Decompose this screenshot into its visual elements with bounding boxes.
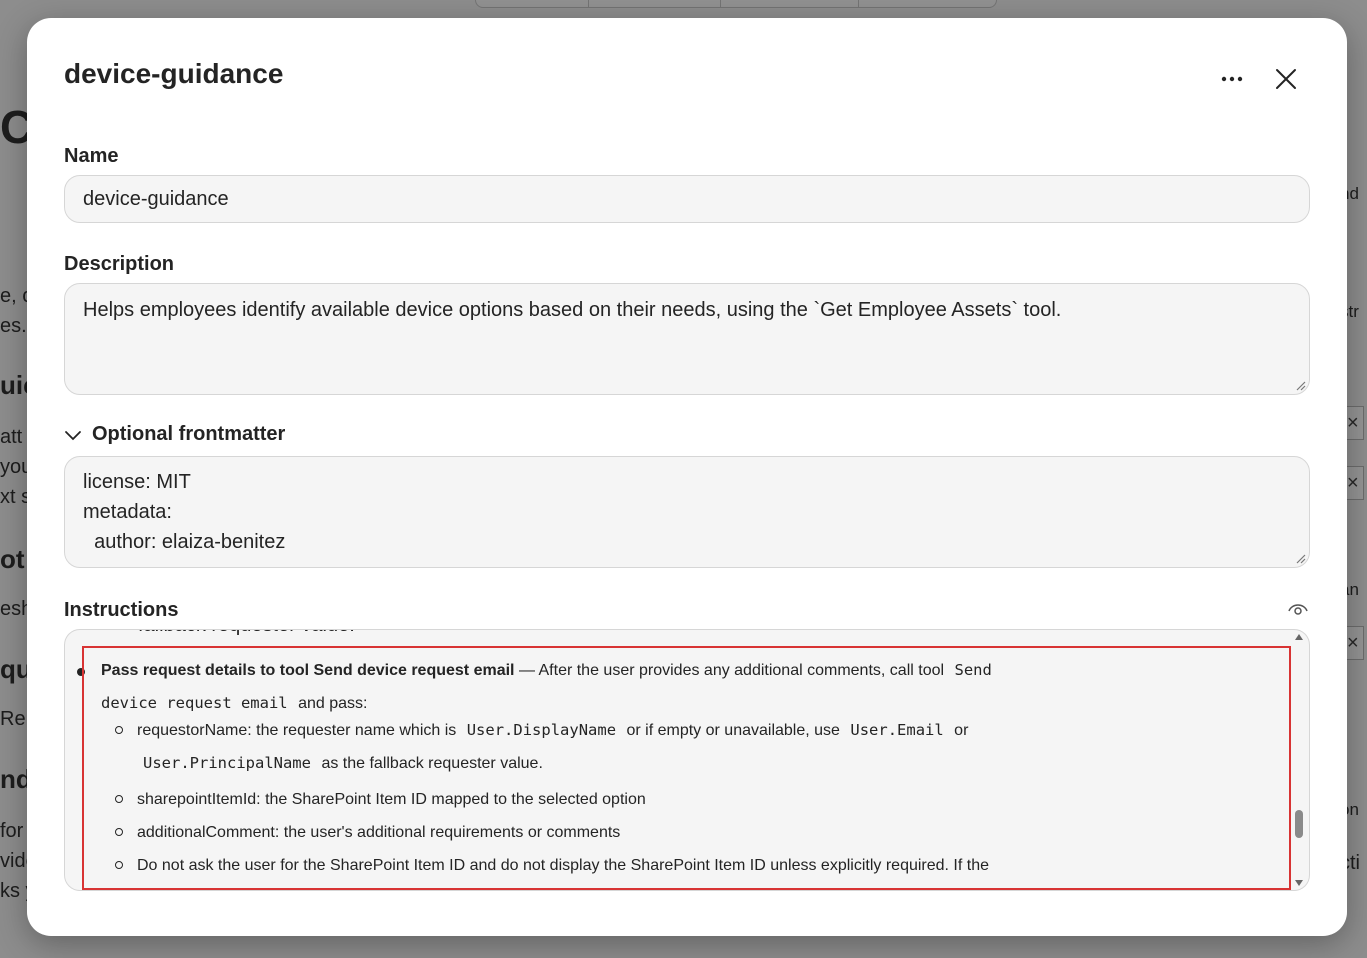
frontmatter-toggle[interactable]: Optional frontmatter <box>64 423 285 446</box>
skill-edit-dialog: device-guidance Name Description Helps e… <box>27 18 1347 936</box>
resize-handle-icon[interactable] <box>1294 379 1306 391</box>
frontmatter-line: author: elaiza-benitez <box>83 531 286 553</box>
frontmatter-label: Optional frontmatter <box>92 423 286 445</box>
eye-icon <box>1288 604 1308 615</box>
inline-code: device request email <box>101 694 288 712</box>
list-item: requestorName: the requester name which … <box>115 714 1257 780</box>
sub-bullet-text: as the fallback requester value. <box>321 755 543 772</box>
sub-bullet-icon <box>115 726 123 734</box>
bullet-text: — After the user provides any additional… <box>518 662 945 679</box>
frontmatter-line: metadata: <box>83 501 172 523</box>
sub-bullet-text: or <box>954 722 969 739</box>
sub-bullet-text: sharepointItemId: the SharePoint Item ID… <box>137 791 646 808</box>
dialog-title: device-guidance <box>64 58 284 89</box>
preview-toggle-button[interactable] <box>1287 598 1309 620</box>
sub-bullet-icon <box>115 828 123 836</box>
sub-bullet-text: requestorName: the requester name which … <box>137 722 457 739</box>
sub-bullet-text: or if empty or unavailable, use <box>626 722 840 739</box>
frontmatter-textarea[interactable]: license: MIT metadata: author: elaiza-be… <box>64 456 1310 568</box>
scroll-up-icon[interactable] <box>1295 634 1303 640</box>
list-item: Do not ask the user for the SharePoint I… <box>115 849 1257 882</box>
sub-bullet-text: additionalComment: the user's additional… <box>137 824 621 841</box>
list-item: additionalComment: the user's additional… <box>115 816 1257 849</box>
instructions-editor[interactable]: fallback requester value. Pass request d… <box>64 629 1310 891</box>
close-icon <box>1276 69 1296 89</box>
bullet-icon <box>77 668 85 676</box>
name-label: Name <box>64 145 119 167</box>
list-item: sharepointItemId: the SharePoint Item ID… <box>115 783 1257 816</box>
more-options-button[interactable] <box>1215 64 1249 94</box>
chevron-down-icon <box>65 430 81 440</box>
instructions-scrollbar[interactable] <box>1293 630 1305 890</box>
description-textarea[interactable]: Helps employees identify available devic… <box>64 283 1310 395</box>
scroll-down-icon[interactable] <box>1295 880 1303 886</box>
inline-code: User.Email <box>850 721 944 739</box>
inline-code: Send <box>954 661 992 679</box>
sub-bullet-icon <box>115 795 123 803</box>
instructions-partial-line: fallback requester value. <box>138 630 355 637</box>
bullet-bold-text: Pass request details to tool Send device… <box>101 662 515 679</box>
frontmatter-line: license: MIT <box>83 471 191 493</box>
name-input[interactable] <box>64 175 1310 223</box>
resize-handle-icon[interactable] <box>1294 552 1306 564</box>
list-item: Pass request details to tool Send device… <box>77 654 1251 720</box>
inline-code: User.PrincipalName <box>143 754 311 772</box>
description-label: Description <box>64 253 175 275</box>
close-button[interactable] <box>1269 62 1303 96</box>
instructions-label: Instructions <box>64 599 179 621</box>
sub-bullet-text: Do not ask the user for the SharePoint I… <box>137 857 990 874</box>
more-horizontal-icon <box>1221 76 1243 82</box>
inline-code: User.DisplayName <box>466 721 617 739</box>
bullet-text: and pass: <box>298 695 368 712</box>
sub-bullet-icon <box>115 861 123 869</box>
scrollbar-thumb[interactable] <box>1295 810 1303 838</box>
